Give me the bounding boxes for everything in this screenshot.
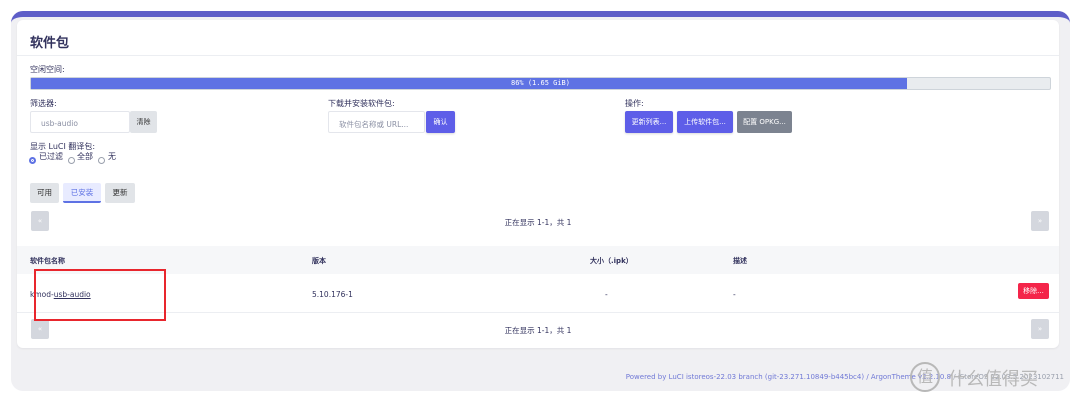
header-description: 描述 xyxy=(733,257,747,265)
pager-status: 正在显示 1-1，共 1 xyxy=(504,218,572,227)
radio-filtered-label: 已过滤 xyxy=(39,152,63,161)
table-header xyxy=(17,246,1059,274)
update-lists-button[interactable]: 更新列表... xyxy=(625,111,673,133)
row-size: - xyxy=(605,290,608,299)
free-space-label: 空闲空间: xyxy=(30,65,65,74)
confirm-install-button[interactable]: 确认 xyxy=(426,111,455,133)
row-version: 5.10.176-1 xyxy=(312,290,353,299)
filter-label: 筛选器: xyxy=(30,99,57,108)
free-space-bar-text: 86% (1.65 GiB) xyxy=(510,79,570,87)
radio-all[interactable] xyxy=(68,157,75,164)
upload-package-button[interactable]: 上传软件包... xyxy=(677,111,733,133)
radio-all-label: 全部 xyxy=(77,152,93,161)
annotation-highlight-box xyxy=(34,269,166,321)
tab-updates[interactable]: 更新 xyxy=(105,183,135,203)
filter-input[interactable]: usb-audio xyxy=(30,111,130,133)
header-size: 大小（.ipk） xyxy=(590,257,633,265)
tab-installed[interactable]: 已安装 xyxy=(63,183,101,203)
radio-none-label: 无 xyxy=(108,152,116,161)
title-divider xyxy=(17,55,1059,56)
configure-opkg-button[interactable]: 配置 OPKG... xyxy=(737,111,792,133)
clear-filter-button[interactable]: 清除 xyxy=(130,111,157,133)
pager-next-button-bottom[interactable]: » xyxy=(1031,319,1049,339)
radio-none[interactable] xyxy=(98,157,105,164)
row-description: - xyxy=(733,290,736,299)
packages-card: 软件包 空闲空间: 86% (1.65 GiB) 筛选器: usb-audio … xyxy=(17,20,1059,348)
remove-package-button[interactable]: 移除... xyxy=(1018,283,1049,299)
watermark: 值 什么值得买 xyxy=(910,360,1072,394)
header-package-name: 软件包名称 xyxy=(30,257,65,265)
app-frame: 软件包 空闲空间: 86% (1.65 GiB) 筛选器: usb-audio … xyxy=(11,11,1070,391)
table-row-divider xyxy=(17,312,1059,313)
free-space-bar: 86% (1.65 GiB) xyxy=(30,77,1051,90)
tab-available[interactable]: 可用 xyxy=(30,183,59,203)
install-label: 下载并安装软件包: xyxy=(328,99,395,108)
footer-powered-by-link[interactable]: Powered by LuCI istoreos-22.03 branch (g… xyxy=(626,373,951,381)
pager-status-bottom: 正在显示 1-1，共 1 xyxy=(504,326,572,335)
radio-filtered[interactable] xyxy=(29,157,36,164)
watermark-logo-icon: 值 xyxy=(910,362,940,392)
page-title: 软件包 xyxy=(30,36,70,51)
install-package-input[interactable]: 软件包名称或 URL... xyxy=(328,111,425,133)
actions-label: 操作: xyxy=(625,99,644,108)
pager-next-button[interactable]: » xyxy=(1031,211,1049,231)
footer: Powered by LuCI istoreos-22.03 branch (g… xyxy=(11,373,1064,381)
header-version: 版本 xyxy=(312,257,326,265)
screenshot-stage: 软件包 空闲空间: 86% (1.65 GiB) 筛选器: usb-audio … xyxy=(0,0,1080,403)
watermark-text: 什么值得买 xyxy=(948,369,1038,390)
